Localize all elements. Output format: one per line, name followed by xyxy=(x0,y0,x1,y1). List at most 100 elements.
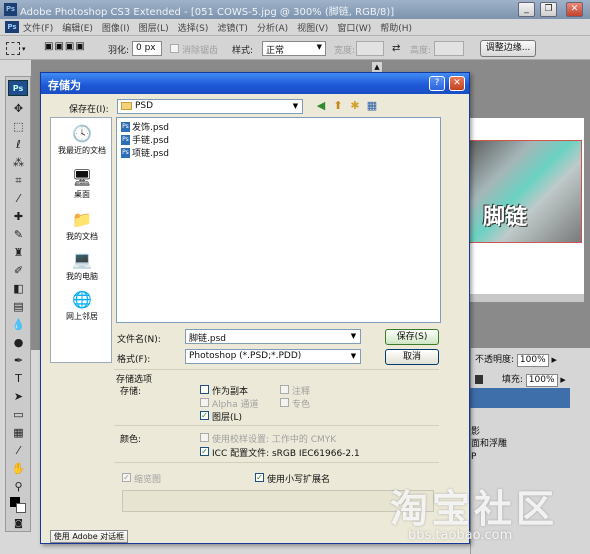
style-select[interactable]: 正常 ▼ xyxy=(262,41,326,56)
menu-select[interactable]: 选择(S) xyxy=(178,21,209,34)
chevron-down-icon[interactable]: ▾ xyxy=(22,45,26,53)
history-brush-icon[interactable]: ✐ xyxy=(10,263,27,278)
dodge-tool-icon[interactable]: ● xyxy=(10,335,27,350)
chevron-down-icon[interactable]: ▶ xyxy=(552,356,557,364)
spot-colors-checkbox[interactable] xyxy=(280,398,289,407)
options-bar: ▾ ▣▣▣▣ 羽化: 0 px 消除锯齿 样式: 正常 ▼ 宽度: ⇄ 高度: … xyxy=(0,37,590,60)
document-zoom-slider[interactable] xyxy=(470,294,584,302)
fill-input[interactable]: 100% xyxy=(525,374,558,387)
layer-effect-bevel[interactable]: 面和浮雕 xyxy=(471,436,590,449)
crop-tool-icon[interactable]: ⌗ xyxy=(10,173,27,188)
clone-stamp-icon[interactable]: ♜ xyxy=(10,245,27,260)
feather-input[interactable]: 0 px xyxy=(132,41,162,56)
save-in-select[interactable]: PSD ▼ xyxy=(117,99,303,114)
menu-file[interactable]: 文件(F) xyxy=(23,21,53,34)
close-app-button[interactable]: ✕ xyxy=(566,2,583,17)
new-folder-icon[interactable]: ✱ xyxy=(348,99,362,113)
alpha-checkbox[interactable] xyxy=(200,398,209,407)
minimize-button[interactable]: _ xyxy=(518,2,535,17)
gradient-tool-icon[interactable]: ▤ xyxy=(10,299,27,314)
thumbnail-checkbox[interactable]: ✓ xyxy=(122,473,131,482)
use-proof-checkbox[interactable] xyxy=(200,433,209,442)
menu-view[interactable]: 视图(V) xyxy=(297,21,328,34)
brush-tool-icon[interactable]: ✎ xyxy=(10,227,27,242)
psd-file-icon: Ps xyxy=(121,148,130,158)
layer-effect-label: 面和浮雕 xyxy=(471,439,508,449)
chevron-down-icon: ▼ xyxy=(292,102,299,110)
eraser-tool-icon[interactable]: ◧ xyxy=(10,281,27,296)
marquee-tool-icon[interactable] xyxy=(6,42,20,55)
psd-file-icon: Ps xyxy=(121,135,130,145)
warning-area xyxy=(122,490,434,512)
menu-filter[interactable]: 滤镜(T) xyxy=(217,21,248,34)
opacity-input[interactable]: 100% xyxy=(516,354,549,367)
pen-tool-icon[interactable]: ✒ xyxy=(10,353,27,368)
shape-tool-icon[interactable]: ▭ xyxy=(10,407,27,422)
selected-layer-row[interactable] xyxy=(470,388,570,408)
place-recent[interactable]: 🕓 我最近的文档 xyxy=(51,124,113,156)
file-name: 项链.psd xyxy=(132,149,169,159)
menu-window[interactable]: 窗口(W) xyxy=(337,21,371,34)
lowercase-extension-checkbox[interactable]: ✓ xyxy=(255,473,264,482)
list-item[interactable]: Ps 发饰.psd xyxy=(121,122,169,134)
file-name: 手链.psd xyxy=(132,136,169,146)
chevron-down-icon[interactable]: ▶ xyxy=(560,376,565,384)
move-tool-icon[interactable]: ✥ xyxy=(10,101,27,116)
swap-icon[interactable]: ⇄ xyxy=(392,43,400,54)
dialog-close-button[interactable]: ✕ xyxy=(449,76,465,91)
layer-row[interactable]: P xyxy=(471,452,590,462)
type-tool-icon[interactable]: T xyxy=(10,371,27,386)
as-copy-checkbox[interactable] xyxy=(200,385,209,394)
quick-mask-icon[interactable]: ◙ xyxy=(10,517,27,532)
path-selection-icon[interactable]: ➤ xyxy=(10,389,27,404)
menu-image[interactable]: 图像(I) xyxy=(102,21,130,34)
place-my-documents[interactable]: 📁 我的文档 xyxy=(51,210,113,242)
format-select[interactable]: Photoshop (*.PSD;*.PDD) ▼ xyxy=(185,349,361,364)
refine-edge-button[interactable]: 调整边缘... xyxy=(480,40,536,57)
help-button[interactable]: ? xyxy=(429,76,445,91)
use-adobe-dialog-button[interactable]: 使用 Adobe 对话框 xyxy=(50,530,128,543)
background-color-swatch[interactable] xyxy=(16,503,26,513)
eyedropper-2-icon[interactable]: ⁄ xyxy=(10,443,27,458)
file-list[interactable]: Ps 发饰.psd Ps 手链.psd Ps 项链.psd xyxy=(116,117,441,323)
list-item[interactable]: Ps 手链.psd xyxy=(121,135,169,147)
save-button[interactable]: 保存(S) xyxy=(385,329,439,345)
menu-layer[interactable]: 图层(L) xyxy=(139,21,169,34)
place-my-computer[interactable]: 💻 我的电脑 xyxy=(51,250,113,282)
marquee-tool-icon[interactable]: ⬚ xyxy=(10,119,27,134)
file-name: 发饰.psd xyxy=(132,123,169,133)
icc-profile-checkbox[interactable]: ✓ xyxy=(200,447,209,456)
list-item[interactable]: Ps 项链.psd xyxy=(121,148,169,160)
antialias-checkbox[interactable] xyxy=(170,44,179,53)
layers-checkbox[interactable]: ✓ xyxy=(200,411,209,420)
menu-analysis[interactable]: 分析(A) xyxy=(257,21,288,34)
menu-help[interactable]: 帮助(H) xyxy=(380,21,412,34)
save-options-group: 存储选项 存储: 作为副本 注释 Alpha 通道 专色 ✓ 图层(L) 颜色:… xyxy=(114,369,439,529)
feather-label: 羽化: xyxy=(108,46,130,56)
restore-button[interactable]: ❐ xyxy=(540,2,557,17)
cancel-button[interactable]: 取消 xyxy=(385,349,439,365)
filename-input[interactable]: 脚链.psd ▼ xyxy=(185,329,361,344)
view-menu-icon[interactable]: ▦ xyxy=(365,99,379,113)
width-input[interactable] xyxy=(356,41,384,56)
magic-wand-icon[interactable]: ⁂ xyxy=(10,155,27,170)
place-network[interactable]: 🌐 网上邻居 xyxy=(51,290,113,322)
photoshop-app-icon: Ps xyxy=(4,3,17,16)
menu-edit[interactable]: 编辑(E) xyxy=(62,21,93,34)
healing-brush-icon[interactable]: ✚ xyxy=(10,209,27,224)
height-input[interactable] xyxy=(434,41,464,56)
notes-tool-icon[interactable]: ▦ xyxy=(10,425,27,440)
recent-documents-icon: 🕓 xyxy=(72,124,92,143)
eyedropper-icon[interactable]: ⁄ xyxy=(10,191,27,206)
places-bar: 🕓 我最近的文档 🖥 桌面 📁 我的文档 💻 我的电脑 🌐 网上邻居 xyxy=(50,117,112,363)
lasso-tool-icon[interactable]: ℓ xyxy=(10,137,27,152)
zoom-tool-icon[interactable]: ⚲ xyxy=(10,479,27,494)
up-folder-icon[interactable]: ⬆ xyxy=(331,99,345,113)
hand-tool-icon[interactable]: ✋ xyxy=(10,461,27,476)
back-icon[interactable]: ◀ xyxy=(314,99,328,113)
annotations-checkbox[interactable] xyxy=(280,385,289,394)
lock-icon[interactable] xyxy=(475,375,483,384)
selection-mode-icons[interactable]: ▣▣▣▣ xyxy=(44,41,96,56)
blur-tool-icon[interactable]: 💧 xyxy=(10,317,27,332)
place-desktop[interactable]: 🖥 桌面 xyxy=(51,168,113,200)
